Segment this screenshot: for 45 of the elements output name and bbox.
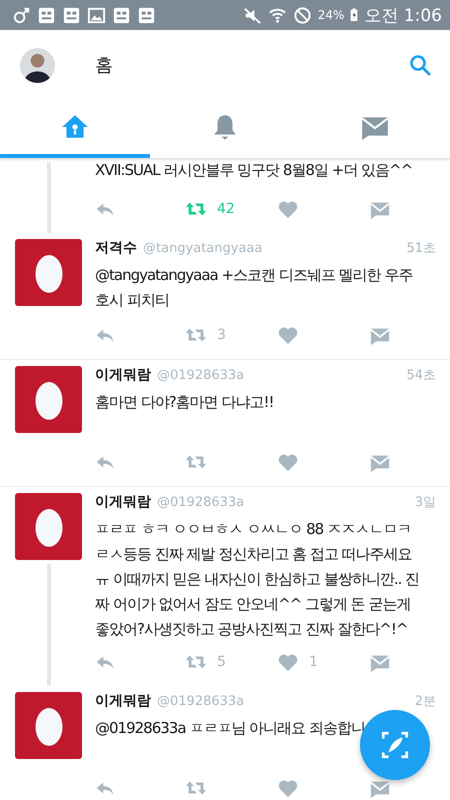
- app-notification-icon: [112, 6, 131, 24]
- tweet-time: 2분: [414, 693, 436, 710]
- tweet-text: @tangyatangyaaa +스코캔 디즈눼프 멜리한 우주호시 피치티: [95, 265, 414, 311]
- user-handle: @01928633a: [157, 694, 246, 709]
- user-name[interactable]: 저격수: [95, 239, 137, 257]
- user-handle: @01928633a: [157, 495, 246, 510]
- retweet-count: 5: [217, 654, 226, 670]
- app-notification-icon: [62, 6, 81, 24]
- like-count: 1: [309, 654, 318, 670]
- feather-icon: [379, 729, 411, 761]
- tweet-text: ㅍㄹㅍ ㅎㅋ ㅇㅇㅂㅎㅅ ㅇㅆㄴㅇ 88 ㅈㅈㅅㄴㅁㅋㄹㅅ등등 진짜 제발 정신차리고 홈 접고 떠나주세요ㅠ 이때까지 믿은 내자신이 한심하고 불쌍하니깐.. 진짜 어이가 없어서 잠도 안오네^^ 그렇게 돈 굳는게 좋았어?사생짓하고 공방사진찍고 진짜 잘한다^!^: [95, 519, 420, 640]
- tweet-time: 51초: [406, 240, 436, 257]
- male-symbol-icon: [12, 6, 31, 24]
- app-notification-icon: [137, 6, 156, 24]
- app-notification-icon: [37, 6, 56, 24]
- retweet-count: 42: [217, 201, 235, 217]
- retweet-count: 3: [217, 327, 226, 343]
- user-name[interactable]: 이게뭐람: [95, 366, 151, 384]
- heart-icon[interactable]: [277, 652, 299, 672]
- user-name[interactable]: 이게뭐람: [95, 692, 151, 710]
- tweet-time: 54초: [406, 367, 436, 384]
- mute-icon: [242, 6, 262, 24]
- search-icon[interactable]: [408, 53, 432, 77]
- heart-icon[interactable]: [277, 325, 299, 345]
- user-avatar[interactable]: [15, 493, 82, 560]
- user-avatar[interactable]: [15, 692, 82, 759]
- user-handle: @tangyatangyaaa: [143, 241, 264, 256]
- user-name[interactable]: 이게뭐람: [95, 493, 151, 511]
- profile-avatar[interactable]: [20, 48, 55, 82]
- tweet-text: @01928633a ㅍㄹㅍ님 아니래요 죄송합니: [95, 718, 365, 739]
- user-handle: @01928633a: [157, 368, 246, 383]
- image-icon: [87, 6, 106, 24]
- user-avatar[interactable]: [15, 239, 82, 306]
- heart-icon[interactable]: [277, 452, 299, 472]
- heart-icon[interactable]: [277, 778, 299, 798]
- battery-percent: 24%: [318, 8, 344, 22]
- tweet-text: 홈마면 다야?홈마면 다냐고!!: [95, 392, 274, 413]
- tweet-text: XVII:SUAL 러시안블루 밍구닷 8월8일 +더 있음^^: [95, 160, 412, 181]
- tweet-time: 3일: [414, 494, 436, 511]
- blocked-icon: [292, 6, 312, 24]
- user-avatar[interactable]: [15, 366, 82, 433]
- heart-icon[interactable]: [277, 199, 299, 219]
- battery-charging-icon: [350, 7, 358, 23]
- clock: 오전 1:06: [364, 4, 442, 26]
- page-title: 홈: [95, 54, 114, 77]
